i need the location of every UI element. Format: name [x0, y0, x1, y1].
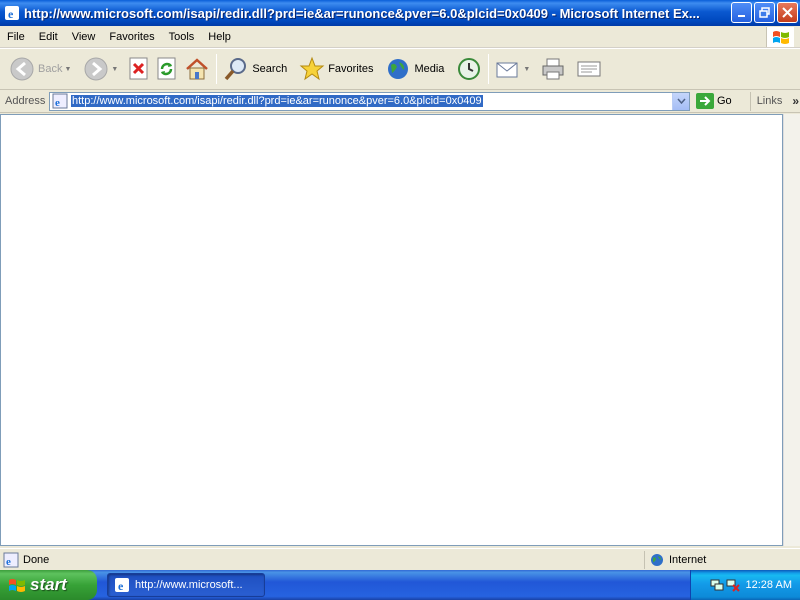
favorites-label: Favorites: [328, 63, 374, 75]
restore-icon: [759, 7, 770, 18]
back-dropdown-icon[interactable]: ▼: [64, 66, 71, 73]
back-button[interactable]: Back ▼: [6, 51, 74, 87]
svg-text:e: e: [118, 579, 124, 593]
go-button[interactable]: Go: [696, 93, 732, 109]
window-title: http://www.microsoft.com/isapi/redir.dll…: [24, 5, 700, 21]
menu-favorites[interactable]: Favorites: [102, 27, 161, 47]
internet-globe-icon: [651, 553, 663, 566]
page-content[interactable]: [0, 114, 783, 546]
address-input[interactable]: e http://www.microsoft.com/isapi/redir.d…: [49, 91, 690, 111]
close-icon: [782, 7, 793, 18]
close-button[interactable]: [777, 2, 798, 23]
forward-button[interactable]: ▼: [80, 51, 121, 87]
home-icon: [186, 58, 209, 80]
media-button[interactable]: Media: [382, 51, 447, 87]
menu-edit[interactable]: Edit: [32, 27, 65, 47]
svg-text:e: e: [55, 97, 60, 109]
home-button[interactable]: [181, 51, 213, 87]
refresh-icon: [157, 57, 176, 80]
go-label: Go: [717, 95, 732, 107]
mail-dropdown-icon[interactable]: ▼: [523, 66, 530, 73]
page-icon: e: [52, 93, 68, 109]
windows-flag-icon: [9, 579, 25, 592]
edit-page-icon: [577, 61, 601, 77]
ie-icon: e: [115, 578, 129, 593]
favorites-button[interactable]: Favorites: [296, 51, 376, 87]
history-button[interactable]: [453, 51, 485, 87]
system-tray: 12:28 AM: [690, 570, 800, 600]
address-dropdown-button[interactable]: [672, 92, 689, 110]
stop-icon: [129, 57, 148, 80]
status-bar: e Done Internet: [0, 548, 800, 570]
status-zone-pane: Internet: [645, 551, 785, 569]
windows-flag-icon: [772, 31, 789, 44]
clock[interactable]: 12:28 AM: [746, 579, 792, 591]
search-button[interactable]: Search: [220, 51, 290, 87]
media-globe-icon: [388, 59, 409, 79]
address-bar: Address e http://www.microsoft.com/isapi…: [0, 90, 800, 113]
mail-icon: [496, 62, 518, 78]
title-bar[interactable]: e http://www.microsoft.com/isapi/redir.d…: [0, 0, 800, 26]
taskbar: start e http://www.microsoft... 12:28 AM: [0, 570, 800, 600]
favorites-star-icon: [299, 56, 325, 81]
menu-file[interactable]: File: [0, 27, 32, 47]
vertical-scrollbar[interactable]: [783, 114, 800, 546]
toolbar-separator: [216, 54, 218, 84]
back-label: Back: [38, 63, 63, 75]
edit-button[interactable]: [573, 51, 605, 87]
refresh-button[interactable]: [153, 51, 181, 87]
security-zone-text: Internet: [669, 553, 707, 566]
go-arrow-icon: [696, 93, 714, 109]
network-warning-icon[interactable]: [726, 578, 740, 592]
ie-icon: e: [5, 6, 19, 21]
printer-icon: [542, 58, 564, 80]
task-label: http://www.microsoft...: [135, 579, 243, 591]
network-icon[interactable]: [710, 578, 724, 592]
chevron-more-icon[interactable]: »: [792, 94, 799, 108]
minimize-button[interactable]: [731, 2, 752, 23]
menu-tools[interactable]: Tools: [162, 27, 202, 47]
toolbar-separator: [488, 54, 490, 84]
status-text: Done: [23, 553, 50, 566]
mail-button[interactable]: ▼: [492, 51, 533, 87]
chevron-down-icon: [676, 98, 686, 104]
taskbar-ie-window-button[interactable]: e http://www.microsoft...: [107, 573, 265, 597]
forward-dropdown-icon[interactable]: ▼: [111, 66, 118, 73]
links-toolbar[interactable]: Links: [749, 91, 782, 111]
svg-text:e: e: [6, 556, 11, 568]
search-icon: [225, 58, 247, 81]
address-url-text[interactable]: http://www.microsoft.com/isapi/redir.dll…: [71, 95, 483, 107]
menu-help[interactable]: Help: [201, 27, 238, 47]
svg-text:e: e: [8, 7, 14, 21]
restore-button[interactable]: [754, 2, 775, 23]
page-done-icon: e: [3, 552, 19, 568]
search-label: Search: [252, 63, 288, 75]
minimize-icon: [737, 14, 745, 17]
address-label: Address: [5, 95, 46, 107]
start-label: start: [30, 575, 67, 594]
standard-toolbar: Back ▼ ▼ Search Favorites Media ▼: [0, 48, 800, 90]
menu-view[interactable]: View: [65, 27, 103, 47]
menu-bar: File Edit View Favorites Tools Help: [0, 26, 800, 48]
status-main-pane: e Done: [0, 550, 645, 569]
media-label: Media: [414, 63, 445, 75]
start-button[interactable]: start: [0, 570, 97, 600]
forward-arrow-icon: [84, 57, 108, 81]
print-button[interactable]: [537, 51, 569, 87]
back-arrow-icon: [10, 57, 34, 81]
windows-logo: [766, 27, 794, 47]
stop-button[interactable]: [125, 51, 153, 87]
history-icon: [458, 58, 481, 80]
